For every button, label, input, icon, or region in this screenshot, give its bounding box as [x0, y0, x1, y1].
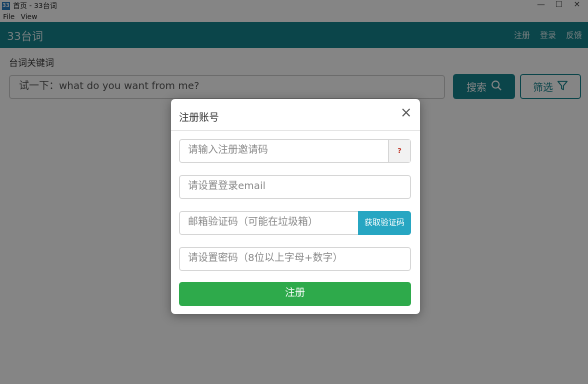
modal-header: 注册账号 ×	[171, 99, 420, 131]
verification-code-input[interactable]: 邮箱验证码（可能在垃圾箱） 获取验证码	[179, 211, 411, 235]
register-submit-button[interactable]: 注册	[179, 282, 411, 306]
password-input[interactable]: 请设置密码（8位以上字母+数字）	[179, 247, 411, 271]
get-code-button[interactable]: 获取验证码	[358, 211, 411, 235]
register-modal: 注册账号 × 请输入注册邀请码 ? 请设置登录email 邮箱验证码（可能在垃圾…	[171, 99, 420, 314]
invite-code-input[interactable]: 请输入注册邀请码 ?	[179, 139, 411, 163]
modal-close-button[interactable]: ×	[400, 106, 412, 120]
invite-code-placeholder: 请输入注册邀请码	[188, 145, 268, 156]
password-placeholder: 请设置密码（8位以上字母+数字）	[188, 253, 343, 264]
verification-code-placeholder: 邮箱验证码（可能在垃圾箱）	[188, 217, 318, 228]
invite-help-button[interactable]: ?	[388, 140, 410, 162]
email-placeholder: 请设置登录email	[188, 181, 266, 192]
modal-title: 注册账号	[179, 113, 219, 124]
email-input[interactable]: 请设置登录email	[179, 175, 411, 199]
